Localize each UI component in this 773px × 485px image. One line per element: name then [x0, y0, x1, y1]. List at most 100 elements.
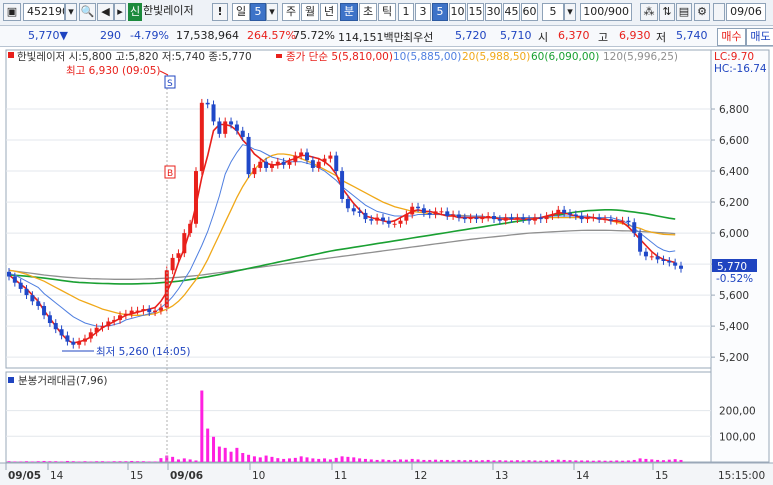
volume-bar — [182, 458, 186, 462]
candle-body — [603, 219, 608, 221]
candle-body — [597, 217, 602, 220]
code-dropdown-icon[interactable]: ▾ — [65, 3, 77, 21]
gear-icon[interactable]: ⚙ — [694, 3, 710, 21]
candle-body — [77, 341, 82, 345]
candle-body — [12, 276, 17, 283]
volume-bar — [305, 457, 309, 462]
save-icon[interactable]: ▤ — [676, 3, 692, 21]
candle-body — [503, 217, 508, 221]
candle-body — [433, 211, 438, 215]
data-count-input[interactable]: 100/900 — [580, 3, 632, 21]
interval-1-button[interactable]: 1 — [398, 3, 414, 21]
candle-body — [626, 220, 631, 223]
candle-body — [351, 208, 356, 212]
candle-body — [562, 209, 567, 213]
candle-body — [7, 271, 11, 277]
candle-body — [147, 309, 152, 313]
candle-body — [655, 256, 660, 260]
min-price-label: 최저 5,260 (14:05) — [96, 346, 191, 358]
candle-body — [661, 259, 666, 261]
candle-body — [176, 253, 181, 258]
period-tick-button[interactable]: 틱 — [378, 3, 396, 21]
price-chart[interactable]: 6,8006,6006,4006,2006,0005,8005,6005,400… — [0, 47, 773, 485]
volume-bar — [632, 459, 636, 462]
best-bid-2: 5,710 — [500, 29, 532, 42]
time-tick-label: 13 — [495, 470, 508, 482]
stock-code-input[interactable]: 452190 — [23, 3, 65, 21]
period-year-button[interactable]: 년 — [320, 3, 338, 21]
period-dropdown-icon[interactable]: ▾ — [266, 3, 278, 21]
volume-bar — [474, 460, 478, 462]
candle-body — [340, 171, 345, 199]
volume-bar — [574, 460, 578, 462]
candle-body — [363, 212, 368, 220]
candle-body — [416, 206, 421, 209]
indicator-settings-icon[interactable]: ⁂ — [640, 3, 658, 21]
candle-body — [334, 155, 339, 172]
period-minute-button[interactable]: 분 — [340, 3, 358, 21]
volume-bar — [176, 459, 180, 462]
sell-signal-text: S — [167, 79, 173, 89]
volume-bar — [334, 457, 338, 462]
buy-signal-text: B — [167, 169, 173, 179]
interval-10-button[interactable]: 10 — [449, 3, 466, 21]
price-tick-label: 5,200 — [719, 352, 749, 364]
volume-tick-label: 200,00 — [719, 406, 756, 418]
date-checkbox[interactable] — [713, 3, 725, 21]
candle-body — [369, 219, 374, 221]
low-price: 5,740 — [676, 29, 708, 42]
volume-bar — [399, 459, 403, 462]
buy-button[interactable]: 매수 — [717, 28, 746, 46]
date-input[interactable]: 09/06 — [726, 3, 766, 21]
candle-body — [357, 211, 362, 213]
time-tick-label: 11 — [334, 470, 347, 482]
interval-5-button[interactable]: 5 — [432, 3, 448, 21]
warning-button[interactable]: ! — [212, 3, 228, 21]
high-price: 6,930 — [619, 29, 651, 42]
volume-value: 17,538,964 — [176, 29, 239, 42]
volume-bar — [556, 459, 560, 462]
interval-input[interactable]: 5 — [542, 3, 564, 21]
volume-bar — [650, 459, 654, 462]
candle-body — [667, 260, 672, 263]
volume-bar — [270, 456, 274, 462]
lc-value: LC:9.70 — [714, 51, 754, 63]
time-tick-label: 15 — [130, 470, 143, 482]
volume-bar — [130, 460, 134, 462]
volume-bar — [264, 455, 268, 462]
period-month-button[interactable]: 월 — [301, 3, 319, 21]
interval-30-button[interactable]: 30 — [485, 3, 502, 21]
candle-body — [310, 160, 315, 168]
prev-stock-icon[interactable]: ◀ — [97, 3, 114, 21]
candle-body — [608, 219, 613, 221]
sell-button[interactable]: 매도 — [746, 28, 773, 46]
interval-3-button[interactable]: 3 — [415, 3, 431, 21]
change-percent: -4.79% — [130, 29, 169, 42]
interval-dropdown-icon[interactable]: ▾ — [564, 3, 576, 21]
interval-45-button[interactable]: 45 — [503, 3, 520, 21]
price-tick-label: 5,400 — [719, 321, 749, 333]
search-icon[interactable]: 🔍 — [79, 3, 96, 21]
time-tick-label: 14 — [50, 470, 64, 482]
zoom-icon[interactable]: ⇅ — [659, 3, 675, 21]
layout-icon[interactable]: ▣ — [3, 3, 21, 21]
time-tick-label: 14 — [576, 470, 590, 482]
next-stock-icon[interactable]: ▸ — [114, 3, 126, 21]
interval-60-button[interactable]: 60 — [521, 3, 538, 21]
volume-bar — [661, 460, 665, 462]
time-tick-label: 12 — [414, 470, 427, 482]
volume-bar — [615, 460, 619, 462]
volume-bar — [550, 460, 554, 462]
period-day-button[interactable]: 일 — [232, 3, 250, 21]
period-week-button[interactable]: 주 — [282, 3, 300, 21]
period-n-input[interactable]: 5 — [250, 3, 266, 21]
volume-bar — [217, 446, 221, 462]
legend-ma120: 120(5,996,25) — [603, 51, 678, 63]
volume-bar — [375, 459, 379, 462]
interval-15-button[interactable]: 15 — [467, 3, 484, 21]
period-second-button[interactable]: 초 — [359, 3, 377, 21]
legend-ma10: 10(5,885,00) — [393, 51, 461, 63]
candle-body — [229, 121, 234, 125]
hc-value: HC:-16.74 — [714, 63, 767, 75]
candle-body — [182, 233, 187, 254]
